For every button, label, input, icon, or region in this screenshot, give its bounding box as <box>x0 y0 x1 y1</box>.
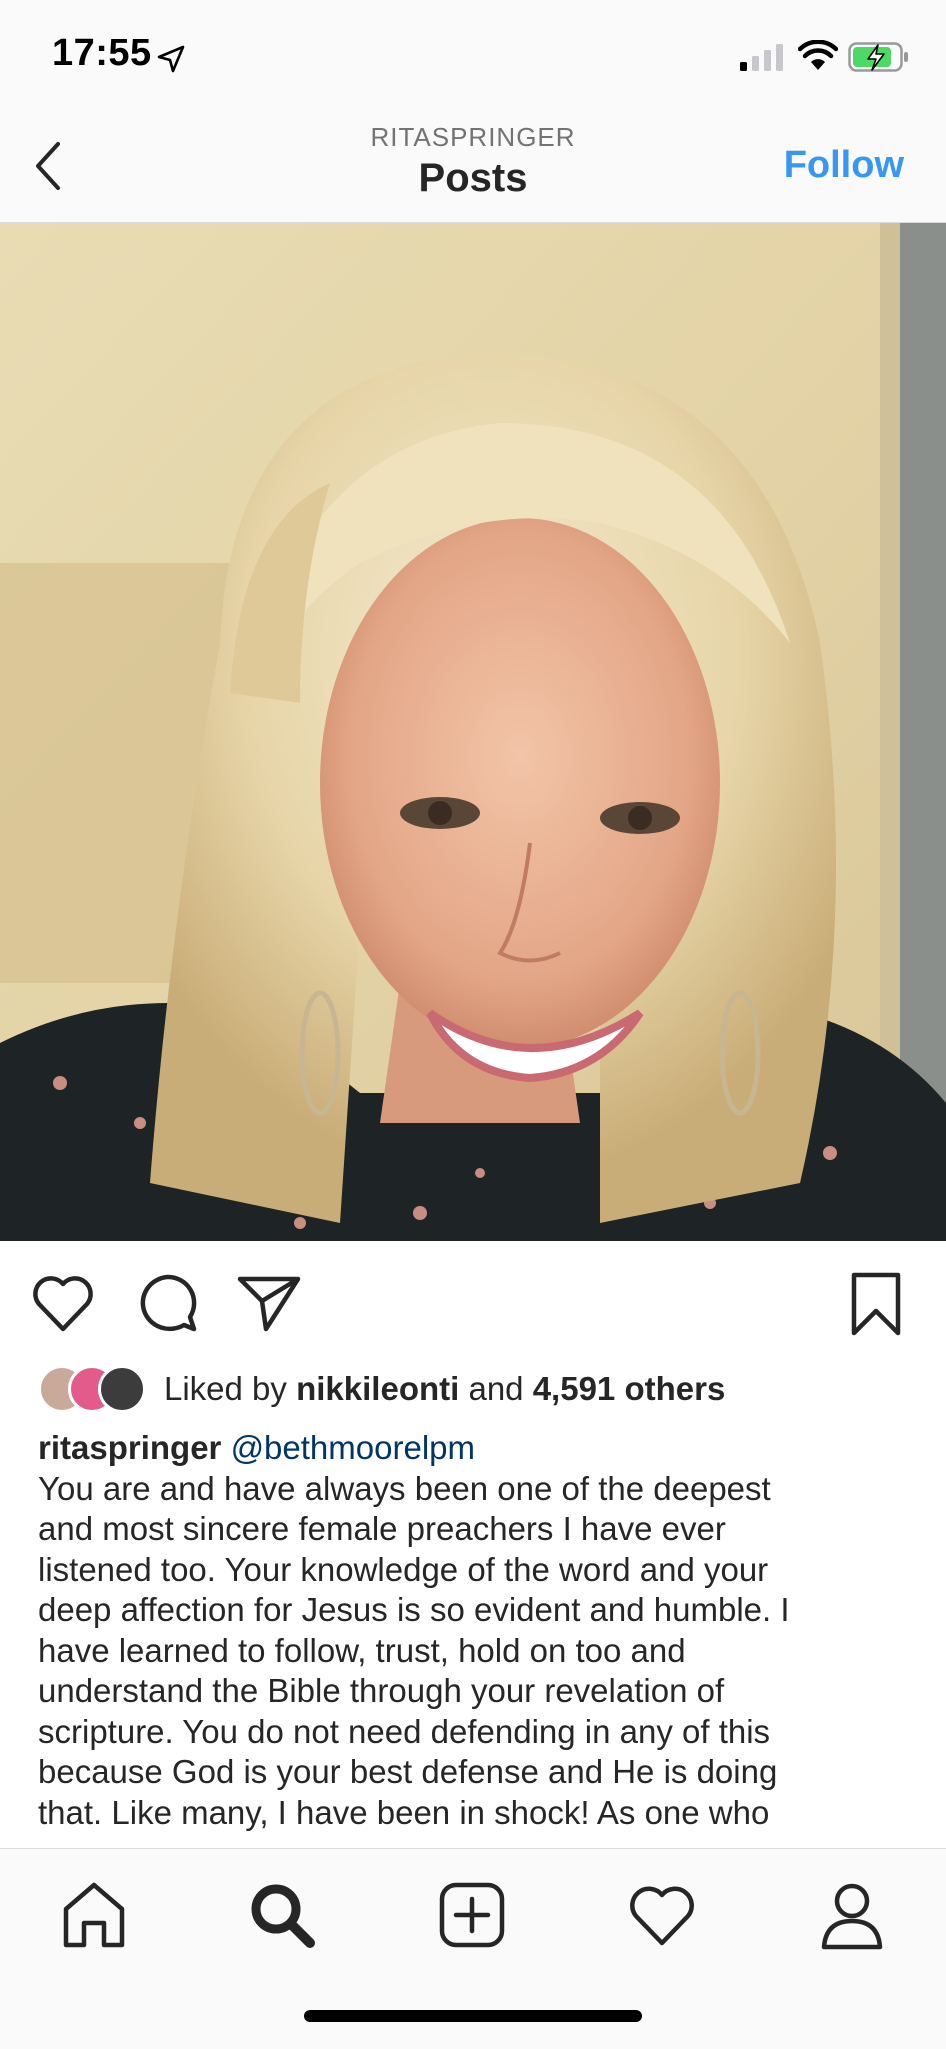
status-time: 17:55 <box>52 32 152 74</box>
likes-middle: and <box>459 1370 533 1407</box>
likes-count-link[interactable]: 4,591 others <box>533 1370 726 1407</box>
liked-by-user-link[interactable]: nikkileonti <box>296 1370 459 1407</box>
location-arrow-icon <box>157 45 185 73</box>
wifi-icon <box>798 40 838 70</box>
post-header: RITASPRINGER Posts Follow <box>0 110 946 223</box>
caption-mention-link[interactable]: @bethmoorelpm <box>231 1429 475 1466</box>
cellular-signal-icon <box>740 44 783 71</box>
avatar <box>98 1365 146 1413</box>
comment-bubble-icon[interactable] <box>134 1271 200 1335</box>
post-action-bar <box>0 1241 946 1361</box>
home-indicator[interactable] <box>304 2010 642 2022</box>
status-bar: 17:55 <box>0 0 946 110</box>
home-icon[interactable] <box>54 1875 134 1955</box>
like-heart-icon[interactable] <box>30 1271 96 1335</box>
activity-heart-icon[interactable] <box>622 1875 702 1955</box>
follow-button[interactable]: Follow <box>784 144 904 187</box>
profile-icon[interactable] <box>812 1875 892 1955</box>
likes-summary[interactable]: Liked by nikkileonti and 4,591 others <box>38 1362 918 1416</box>
caption-username[interactable]: ritaspringer <box>38 1429 221 1466</box>
portrait-image <box>0 223 946 1241</box>
battery-charging-icon <box>848 42 908 72</box>
caption-text: You are and have always been one of the … <box>38 1469 790 1831</box>
save-bookmark-icon[interactable] <box>846 1271 906 1337</box>
liker-avatars <box>38 1365 158 1413</box>
likes-text: Liked by nikkileonti and 4,591 others <box>164 1370 725 1408</box>
search-icon[interactable] <box>242 1875 322 1955</box>
share-paper-plane-icon[interactable] <box>236 1271 302 1335</box>
likes-prefix: Liked by <box>164 1370 297 1407</box>
add-post-icon[interactable] <box>432 1875 512 1955</box>
post-photo[interactable] <box>0 223 946 1241</box>
post-caption: ritaspringer @bethmoorelpm You are and h… <box>38 1428 908 1833</box>
